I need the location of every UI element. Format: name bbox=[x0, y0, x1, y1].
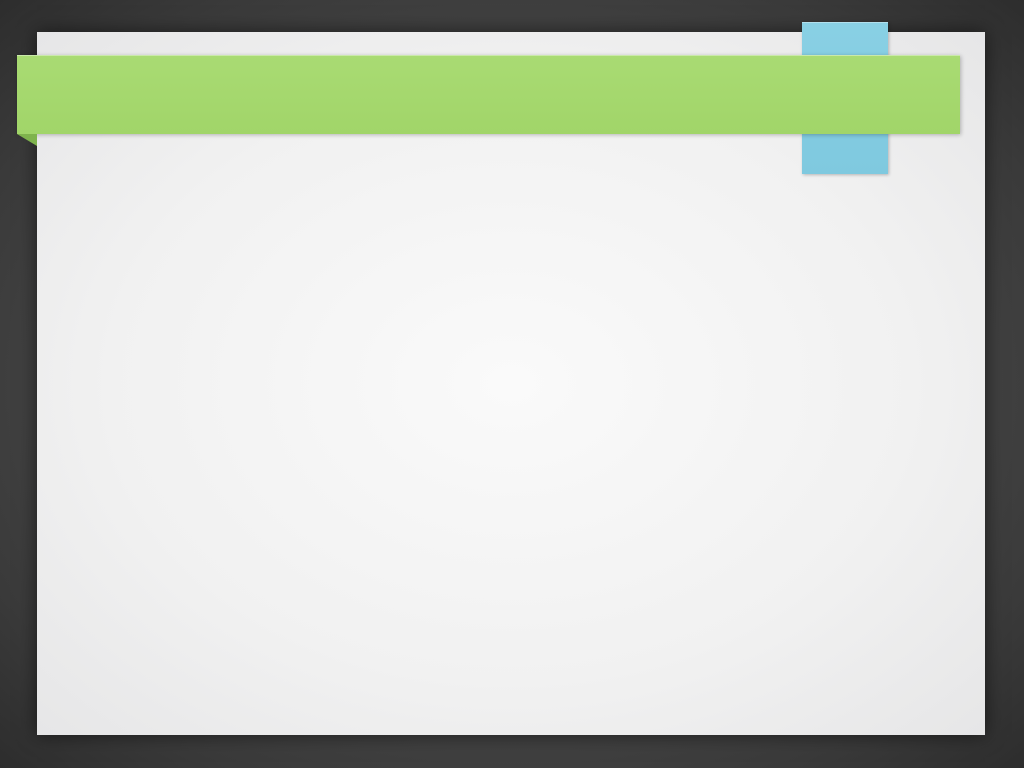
title-banner bbox=[17, 55, 960, 134]
banner-fold-icon bbox=[17, 134, 37, 146]
slide-frame bbox=[0, 0, 1024, 768]
slide-content-area bbox=[37, 180, 985, 735]
